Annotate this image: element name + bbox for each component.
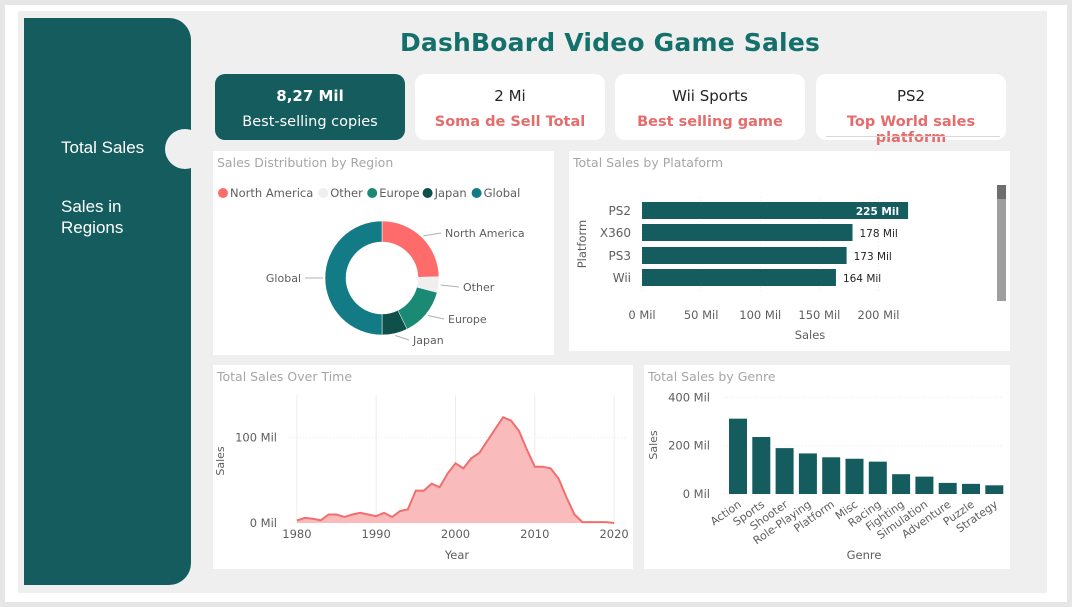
kpi-label: Best-selling copies [242, 114, 378, 130]
y-tick-label: 0 Mil [250, 516, 277, 530]
kpi-value: 8,27 Mil [276, 87, 344, 105]
donut-slice [381, 220, 440, 278]
bar [822, 457, 841, 494]
bar [845, 458, 864, 494]
y-tick-label: 400 Mil [668, 390, 710, 404]
y-tick-label: 100 Mil [235, 431, 277, 445]
legend-marker [318, 188, 329, 198]
data-label: 225 Mil [856, 206, 899, 218]
x-tick-label: 0 Mil [628, 308, 655, 322]
kpi-value: PS2 [896, 87, 926, 105]
y-axis-title: Sales [214, 446, 227, 476]
platform-bar-chart: 0 Mil 50 Mil 100 Mil 150 Mil 200 Mil Sales Pla… [575, 185, 1006, 342]
leader-line [427, 314, 445, 320]
kpi-card-top-platform[interactable]: PS2 Top World sales platform [816, 74, 1006, 146]
bar [962, 483, 980, 494]
y-axis-title: Sales [647, 430, 660, 460]
data-label: 173 Mil [854, 251, 892, 263]
legend-label: Other [330, 186, 363, 200]
bar [775, 448, 794, 494]
x-tick-label: 2020 [599, 527, 628, 541]
nav-selection-indicator [165, 129, 205, 169]
donut-chart: North America Other Europe Japan Global North… [218, 186, 525, 347]
x-tick-label: 1980 [282, 527, 311, 541]
page-title: DashBoard Video Game Sales [399, 28, 821, 57]
bar [915, 476, 934, 494]
leader-line [423, 232, 442, 237]
nav-item-sales-in-regions[interactable]: Sales in Regions [61, 196, 141, 238]
legend-marker [422, 188, 433, 198]
x-axis-title: Sales [795, 328, 826, 342]
time-area-chart: 1980 1990 2000 2010 2020 0 Mil 100 Mil Year Sale… [214, 395, 629, 562]
x-tick-label: 150 Mil [798, 308, 840, 322]
x-tick-label: 100 Mil [739, 308, 781, 322]
bar [642, 224, 853, 241]
panel-sales-over-time[interactable]: Total Sales Over Time 1980 1990 2000 2010 20… [213, 365, 633, 569]
bar [752, 437, 771, 494]
card-underline [826, 136, 1000, 137]
donut-slice [324, 220, 383, 336]
y-tick-label: Wii [613, 271, 631, 285]
kpi-label: Best selling game [637, 114, 783, 130]
leader-line [395, 334, 410, 341]
legend-label: Japan [434, 186, 467, 200]
x-tick-label: 50 Mil [684, 308, 719, 322]
slice-label: Other [463, 281, 495, 294]
kpi-value: Wii Sports [672, 87, 748, 105]
scrollbar [997, 185, 1006, 301]
y-tick-label: PS3 [609, 249, 632, 263]
kpi-card-total-sell[interactable]: 2 Mi Soma de Sell Total [415, 74, 605, 140]
bar [892, 474, 911, 494]
scrollbar-thumb [997, 185, 1006, 199]
legend-marker [471, 188, 482, 198]
bar [798, 453, 817, 494]
panel-sales-by-genre[interactable]: Total Sales by Genre 0 Mil 200 Mil 400 Mil… [644, 365, 1010, 569]
legend-marker [367, 188, 378, 198]
x-axis-title: Genre [847, 548, 882, 562]
bar [729, 418, 747, 494]
x-tick-label: 200 Mil [858, 308, 900, 322]
x-tick-label: 2000 [441, 527, 470, 541]
kpi-card-best-selling-copies[interactable]: 8,27 Mil Best-selling copies [215, 74, 405, 140]
slice-label: Global [266, 272, 301, 285]
genre-bar-chart: 0 Mil200 Mil400 MilSalesGenreActionSport… [647, 390, 1004, 562]
y-tick-label: PS2 [609, 204, 632, 218]
slice-label: North America [445, 227, 525, 240]
kpi-label: Top World sales platform [846, 114, 976, 146]
bar [938, 482, 957, 494]
nav-item-total-sales[interactable]: Total Sales [61, 137, 144, 158]
slice-label: Europe [448, 313, 487, 326]
panel-region-distribution[interactable]: Sales Distribution by Region North Ameri… [213, 151, 554, 355]
bar [985, 485, 1004, 494]
legend-label: Global [484, 186, 521, 200]
bar [642, 269, 836, 286]
kpi-value: 2 Mi [494, 87, 526, 105]
x-axis-title: Year [444, 548, 470, 562]
x-tick-label: 1990 [362, 527, 391, 541]
panel-sales-by-platform[interactable]: Total Sales by Plataform 0 Mil 50 Mil 100 … [569, 151, 1010, 351]
legend-marker [218, 188, 228, 198]
legend-label: Europe [379, 186, 419, 200]
y-tick-label: 0 Mil [683, 487, 710, 501]
slice-label: Japan [412, 334, 444, 347]
kpi-card-best-selling-game[interactable]: Wii Sports Best selling game [615, 74, 805, 140]
y-tick-label: 200 Mil [668, 439, 710, 453]
bar [868, 461, 887, 494]
data-label: 164 Mil [843, 273, 881, 285]
y-tick-label: X360 [600, 226, 631, 240]
sidebar: Total Sales Sales in Regions [24, 18, 191, 585]
x-tick-label: 2010 [520, 527, 549, 541]
data-label: 178 Mil [860, 228, 898, 240]
bar [642, 247, 847, 264]
legend-label: North America [230, 186, 313, 200]
y-axis-title: Platform [575, 220, 589, 269]
kpi-label: Soma de Sell Total [434, 114, 586, 130]
leader-line [440, 284, 460, 288]
